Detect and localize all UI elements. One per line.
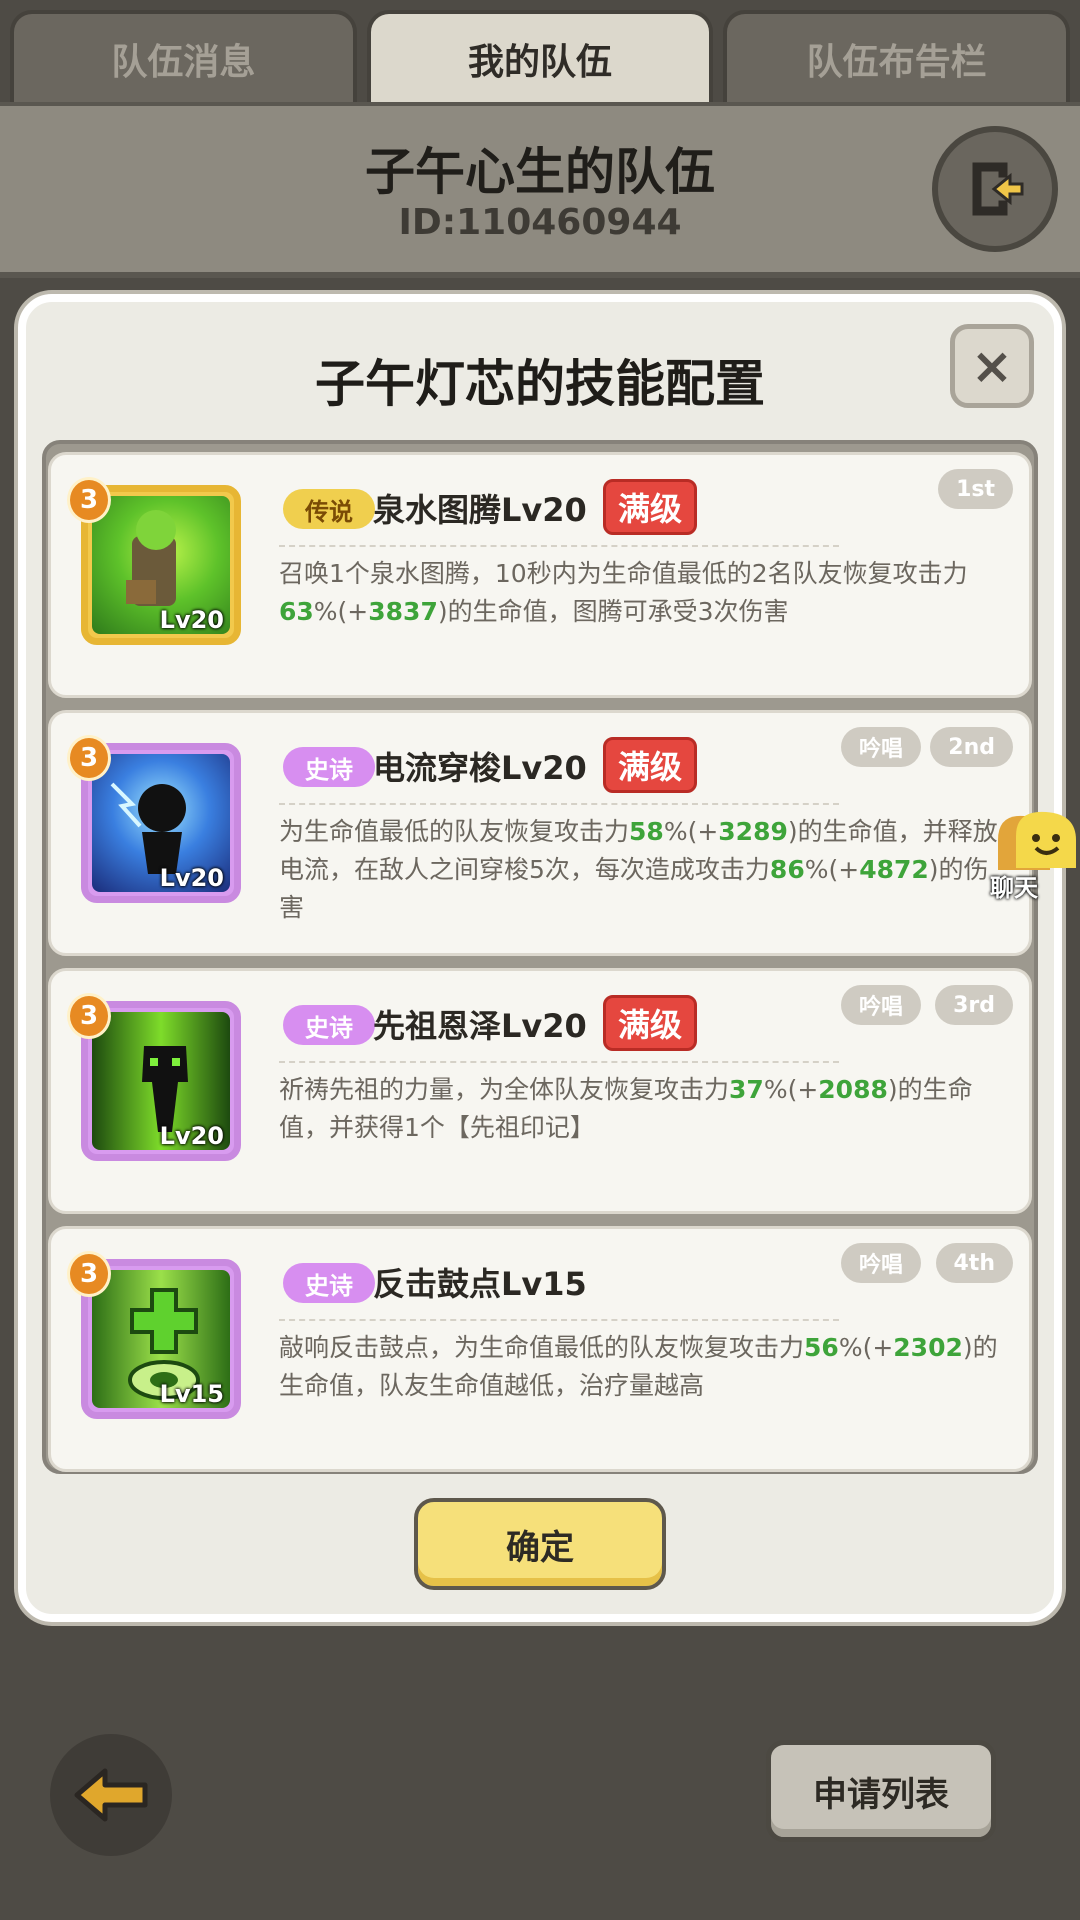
star-badge: 3 (67, 477, 111, 523)
star-badge: 3 (67, 993, 111, 1039)
desc-text: 攻击力 (892, 559, 968, 588)
team-name: 子午心生的队伍 (365, 143, 715, 201)
desc-text: %( (804, 855, 839, 884)
close-icon: × (971, 337, 1013, 395)
desc-text: 祈祷先祖的力量，为全体队友恢复攻击力 (279, 1075, 730, 1104)
tab-team-board[interactable]: 队伍布告栏 (723, 10, 1071, 104)
tab-team-messages[interactable]: 队伍消息 (10, 10, 357, 104)
skill-description: 敲响反击鼓点，为生命值最低的队友恢复攻击力56%(+2302)的生命值，队友生命… (279, 1329, 999, 1405)
chat-label: 聊天 (990, 874, 1038, 902)
close-button[interactable]: × (950, 324, 1034, 408)
chant-badge: 吟唱 (840, 985, 921, 1025)
desc-text: %(+ (763, 1075, 819, 1104)
team-id: ID:110460944 (398, 202, 682, 243)
star-badge: 3 (67, 1251, 111, 1297)
skill-order-badge: 2nd (930, 727, 1013, 767)
skill-name: 电流穿梭Lv20 (373, 749, 587, 787)
stat-value: 2088 (818, 1075, 888, 1104)
stat-value: 3289 (718, 817, 788, 846)
skill-order-badge: 3rd (935, 985, 1013, 1025)
modal-title: 子午灯芯的技能配置 (315, 355, 765, 413)
skill-card: Lv20 3 史诗 电流穿梭Lv20 满级 吟唱 2nd 为生命值最低的队友恢复… (48, 710, 1032, 956)
desc-text: )的生命值， (787, 817, 923, 846)
desc-text: %(+ (663, 817, 719, 846)
exit-icon (972, 162, 1024, 216)
max-level-badge: 满级 (603, 737, 698, 793)
rarity-badge: 史诗 (283, 1263, 375, 1303)
max-level-badge: 满级 (603, 479, 698, 535)
chant-badge: 吟唱 (840, 1243, 921, 1283)
rarity-badge: 史诗 (283, 1005, 375, 1045)
divider (279, 803, 839, 805)
rarity-badge: 传说 (283, 489, 375, 529)
skill-name: 泉水图腾Lv20 (373, 491, 587, 529)
stat-value: 3837 (368, 597, 438, 626)
star-badge: 3 (67, 735, 111, 781)
tab-bar: 队伍消息 我的队伍 队伍布告栏 (0, 0, 1080, 104)
stat-value: 23 (893, 1333, 929, 1362)
stat-value: 58 (629, 817, 664, 846)
stat-value: 56 (804, 1333, 839, 1362)
desc-text: )的生命值，图腾可承受3次伤害 (437, 597, 789, 626)
desc-text: %(+ (313, 597, 369, 626)
exit-team-button[interactable] (932, 126, 1058, 252)
desc-text: )的 (887, 1075, 923, 1104)
skill-level-tag: Lv20 (159, 1122, 224, 1150)
max-level-badge: 满级 (603, 995, 698, 1051)
skill-order-badge: 1st (938, 469, 1013, 509)
desc-text: 敲响反击鼓点，为生命值最低的队友恢复攻击力 (279, 1333, 805, 1362)
rarity-badge: 史诗 (283, 747, 375, 787)
stat-value: 63 (279, 597, 314, 626)
skill-description: 为生命值最低的队友恢复攻击力58%(+3289)的生命值，并释放电流，在敌人之间… (279, 813, 999, 927)
stat-value: 86 (769, 855, 805, 884)
apply-list-button[interactable]: 申请列表 (766, 1740, 996, 1842)
desc-text: + (838, 855, 860, 884)
skill-card: Lv15 3 史诗 反击鼓点Lv15 吟唱 4th 敲响反击鼓点，为生命值最低的… (48, 1226, 1032, 1472)
skill-level-tag: Lv15 (159, 1380, 224, 1408)
divider (279, 545, 839, 547)
skill-name: 先祖恩泽Lv20 (373, 1007, 587, 1045)
desc-text: 召唤1个泉水图腾，10秒内为生命值最低的2名队友恢复 (279, 559, 893, 588)
desc-text: %(+ (838, 1333, 894, 1362)
confirm-button[interactable]: 确定 (414, 1498, 666, 1590)
skill-card: Lv20 3 传说 泉水图腾Lv20 满级 1st 召唤1个泉水图腾，10秒内为… (48, 452, 1032, 698)
divider (279, 1319, 839, 1321)
chant-badge: 吟唱 (840, 727, 921, 767)
skill-description: 召唤1个泉水图腾，10秒内为生命值最低的2名队友恢复攻击力 63%(+3837)的… (279, 555, 999, 631)
skill-level-tag: Lv20 (159, 864, 224, 892)
tab-my-team[interactable]: 我的队伍 (366, 10, 714, 104)
back-arrow-icon (74, 1768, 148, 1822)
divider (279, 1061, 839, 1063)
stat-value: 4872 (859, 855, 929, 884)
desc-text: 为生命值最低的队友恢复攻击力 (279, 817, 630, 846)
back-button[interactable] (50, 1734, 172, 1856)
skill-name: 反击鼓点Lv15 (373, 1265, 587, 1303)
skill-description: 祈祷先祖的力量，为全体队友恢复攻击力37%(+2088)的生命值，并获得1个【先… (279, 1071, 999, 1147)
skill-card: Lv20 3 史诗 先祖恩泽Lv20 满级 吟唱 3rd 祈祷先祖的力量，为全体… (48, 968, 1032, 1214)
stat-value: 02 (928, 1333, 963, 1362)
stat-value: 37 (729, 1075, 764, 1104)
skill-order-badge: 4th (935, 1243, 1013, 1283)
skill-level-tag: Lv20 (159, 606, 224, 634)
